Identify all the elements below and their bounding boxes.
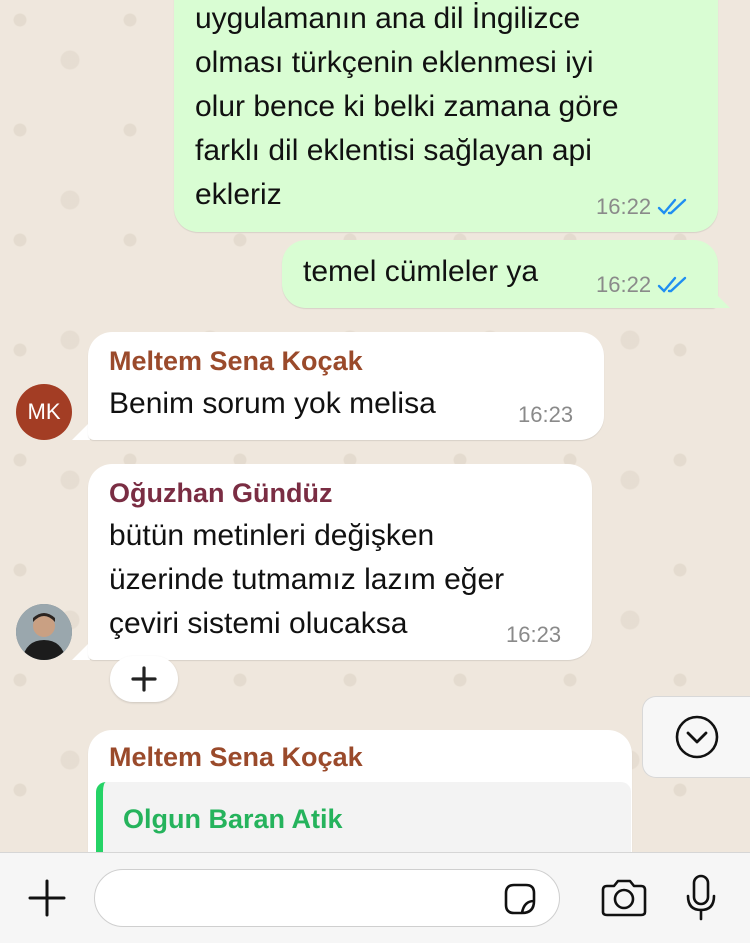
message-input[interactable]	[94, 869, 560, 927]
message-meta: 16:23	[518, 402, 573, 428]
avatar[interactable]	[16, 604, 72, 660]
message-time: 16:23	[506, 622, 562, 647]
avatar-initials: MK	[27, 399, 61, 424]
sender-name[interactable]: Meltem Sena Koçak	[109, 344, 363, 378]
chevron-down-circle-icon	[675, 715, 719, 759]
add-reaction-button[interactable]	[110, 656, 178, 702]
bubble-tail	[712, 290, 730, 308]
microphone-icon	[686, 874, 716, 921]
message-text: uygulamanın ana dil İngilizce olması tür…	[195, 2, 619, 211]
message-bubble-outgoing[interactable]: uygulamanın ana dil İngilizce olması tür…	[174, 0, 718, 232]
message-input-bar	[0, 852, 750, 943]
message-meta: 16:22	[596, 272, 689, 298]
double-check-read-icon	[657, 276, 687, 293]
scroll-to-bottom-button[interactable]	[642, 696, 750, 778]
message-text: bütün metinleri değişken üzerinde tutmam…	[109, 519, 505, 640]
message-time: 16:22	[596, 194, 652, 219]
sticker-icon	[504, 883, 536, 915]
message-meta: 16:23	[506, 622, 561, 648]
message-bubble-outgoing[interactable]: temel cümleler ya 16:22	[282, 240, 718, 308]
camera-icon	[601, 879, 647, 917]
message-time: 16:22	[596, 272, 652, 297]
plus-icon	[131, 666, 157, 692]
message-bubble-incoming[interactable]: Oğuzhan Gündüz bütün metinleri değişken …	[88, 464, 592, 660]
voice-message-button[interactable]	[676, 871, 726, 925]
sender-name[interactable]: Oğuzhan Gündüz	[109, 476, 332, 510]
message-meta: 16:22	[596, 194, 689, 220]
sender-name[interactable]: Meltem Sena Koçak	[109, 740, 363, 774]
plus-icon	[28, 879, 66, 917]
quoted-sender-name: Olgun Baran Atik	[123, 804, 343, 834]
avatar[interactable]: MK	[16, 384, 72, 440]
camera-button[interactable]	[596, 873, 652, 923]
attach-button[interactable]	[22, 873, 72, 923]
message-bubble-incoming[interactable]: Meltem Sena Koçak Benim sorum yok melisa…	[88, 332, 604, 440]
message-text: temel cümleler ya	[303, 255, 539, 288]
message-text: Benim sorum yok melisa	[109, 387, 436, 420]
chat-background: uygulamanın ana dil İngilizce olması tür…	[0, 0, 750, 852]
profile-photo-icon	[16, 604, 72, 660]
quoted-message[interactable]: Olgun Baran Atik	[96, 782, 631, 852]
sticker-button[interactable]	[496, 877, 544, 921]
double-check-read-icon	[657, 198, 687, 215]
message-time: 16:23	[518, 402, 574, 427]
